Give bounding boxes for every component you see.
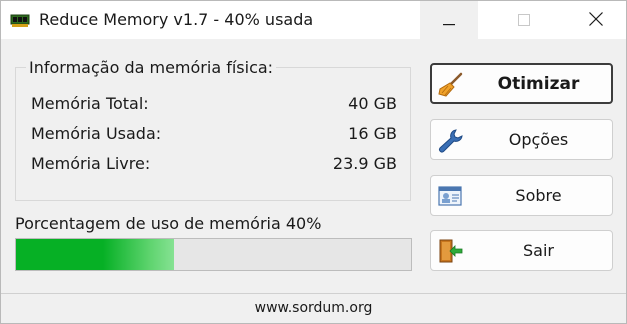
minimize-button[interactable]	[420, 1, 478, 39]
close-icon	[589, 11, 603, 30]
memory-used-value: 16 GB	[348, 124, 397, 143]
memory-usage-progress-bar	[15, 238, 412, 271]
app-window: Reduce Memory v1.7 - 40% usada Informaçã…	[0, 0, 627, 324]
about-button[interactable]: Sobre	[430, 175, 613, 216]
footer-divider	[1, 293, 626, 294]
memory-free-label: Memória Livre:	[31, 154, 151, 173]
memory-chip-icon	[10, 11, 30, 29]
progress-fill	[16, 239, 174, 270]
close-button[interactable]	[567, 1, 625, 39]
memory-total-value: 40 GB	[348, 94, 397, 113]
memory-used-label: Memória Usada:	[31, 124, 162, 143]
usage-percent-label: Porcentagem de uso de memória 40%	[15, 214, 322, 233]
optimize-button-label: Otimizar	[497, 73, 580, 94]
options-button[interactable]: Opções	[430, 119, 613, 160]
exit-button[interactable]: Sair	[430, 230, 613, 271]
minimize-icon	[443, 11, 455, 30]
memory-info-title: Informação da memória física:	[26, 58, 277, 77]
maximize-icon	[518, 11, 530, 30]
wrench-icon	[436, 127, 464, 153]
memory-free-value: 23.9 GB	[332, 154, 397, 173]
exit-button-label: Sair	[523, 241, 554, 260]
maximize-button[interactable]	[495, 1, 553, 39]
options-button-label: Opções	[508, 130, 569, 149]
optimize-button[interactable]: Otimizar	[430, 63, 613, 104]
exit-door-icon	[436, 238, 464, 264]
window-title: Reduce Memory v1.7 - 40% usada	[39, 10, 314, 29]
id-card-icon	[436, 183, 464, 209]
about-button-label: Sobre	[515, 186, 562, 205]
memory-total-label: Memória Total:	[31, 94, 149, 113]
title-bar[interactable]: Reduce Memory v1.7 - 40% usada	[1, 1, 626, 39]
website-link[interactable]: www.sordum.org	[1, 300, 626, 316]
broom-icon	[437, 72, 465, 98]
